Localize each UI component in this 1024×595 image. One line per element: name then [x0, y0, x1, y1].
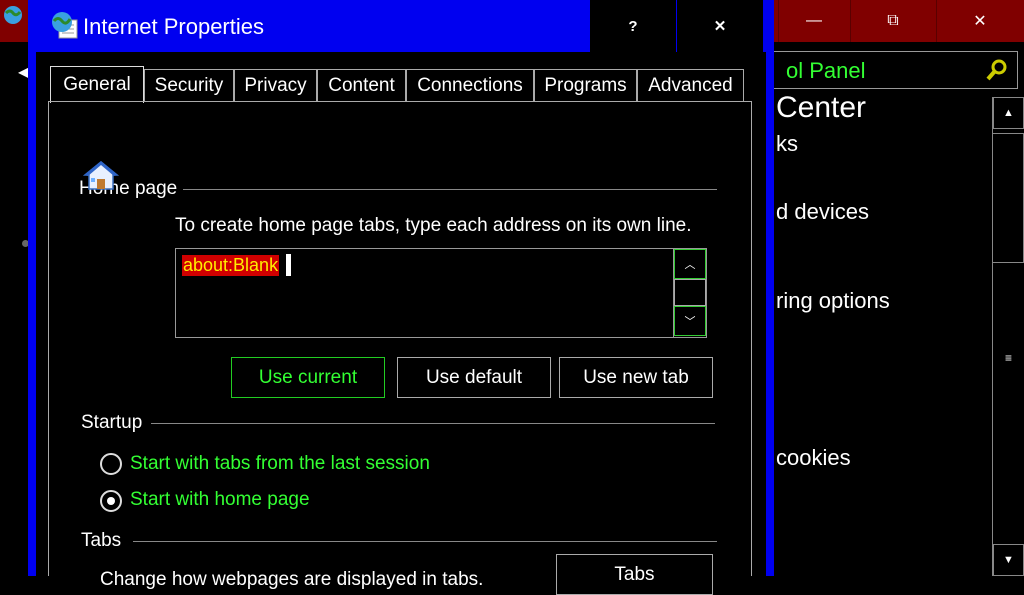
- tabs-settings-button[interactable]: Tabs: [556, 554, 713, 595]
- globe-icon: [4, 6, 22, 24]
- tab-privacy[interactable]: Privacy: [234, 69, 317, 102]
- bg-maximize-button[interactable]: ⧉: [850, 0, 936, 42]
- startup-option-last-session[interactable]: Start with tabs from the last session: [130, 453, 430, 475]
- tab-security[interactable]: Security: [144, 69, 234, 102]
- house-icon: [83, 161, 119, 190]
- address-scrollbar[interactable]: ︿ ﹀: [673, 249, 706, 337]
- bg-scroll-thumb[interactable]: [993, 133, 1024, 263]
- startup-divider: [151, 423, 715, 424]
- bg-link-4[interactable]: cookies: [776, 445, 851, 471]
- tab-general[interactable]: General: [50, 66, 144, 103]
- startup-option-home-page[interactable]: Start with home page: [130, 489, 310, 511]
- bg-scrollbar[interactable]: ▲ ≡ ▼: [992, 97, 1024, 576]
- startup-radio-last-session[interactable]: [100, 453, 122, 475]
- help-button[interactable]: ?: [590, 0, 676, 52]
- bg-minimize-button[interactable]: —: [778, 0, 850, 42]
- bg-link-2[interactable]: d devices: [776, 199, 869, 225]
- globe-icon: [52, 12, 78, 39]
- internet-properties-dialog: Internet Properties ? ✕ General Security…: [28, 0, 774, 595]
- bg-search-text: ol Panel: [786, 58, 866, 83]
- startup-radio-home-page[interactable]: [100, 490, 122, 512]
- tabs-group-label: Tabs: [81, 530, 122, 551]
- tabs-description: Change how webpages are displayed in tab…: [100, 569, 484, 590]
- tabs-divider: [133, 541, 717, 542]
- bg-scroll-up-button[interactable]: ▲: [993, 97, 1024, 129]
- home-page-divider: [183, 189, 717, 190]
- tab-programs[interactable]: Programs: [534, 69, 637, 102]
- dialog-body: General Security Privacy Content Connect…: [36, 52, 766, 595]
- startup-group-label: Startup: [81, 412, 143, 433]
- address-scroll-thumb[interactable]: [674, 279, 706, 306]
- home-page-instruction: To create home page tabs, type each addr…: [175, 215, 692, 236]
- bg-scroll-down-button[interactable]: ▼: [993, 544, 1024, 576]
- search-icon[interactable]: [985, 58, 1009, 82]
- bg-link-1[interactable]: ks: [776, 131, 798, 157]
- tab-content[interactable]: Content: [317, 69, 406, 102]
- close-button[interactable]: ✕: [677, 0, 763, 52]
- use-new-tab-button[interactable]: Use new tab: [559, 357, 713, 398]
- home-page-address-input[interactable]: about:Blank ︿ ﹀: [175, 248, 707, 338]
- text-caret: [286, 254, 291, 276]
- bg-close-button[interactable]: ✕: [936, 0, 1024, 42]
- tab-advanced[interactable]: Advanced: [637, 69, 744, 102]
- bg-link-3[interactable]: ring options: [776, 288, 890, 314]
- dialog-titlebar[interactable]: Internet Properties ? ✕: [28, 0, 774, 52]
- general-tab-panel: Home page To create home page tabs, type…: [48, 101, 752, 595]
- address-scroll-up-button[interactable]: ︿: [674, 249, 706, 279]
- dialog-title: Internet Properties: [83, 14, 264, 39]
- tab-connections[interactable]: Connections: [406, 69, 534, 102]
- radio-selected-dot: [107, 497, 115, 505]
- address-scroll-down-button[interactable]: ﹀: [674, 306, 706, 336]
- use-current-button[interactable]: Use current: [231, 357, 385, 398]
- use-default-button[interactable]: Use default: [397, 357, 551, 398]
- bg-scroll-grip-icon: ≡: [1005, 351, 1013, 365]
- home-page-address-text: about:Blank: [182, 255, 280, 276]
- bg-heading: Center: [776, 91, 867, 124]
